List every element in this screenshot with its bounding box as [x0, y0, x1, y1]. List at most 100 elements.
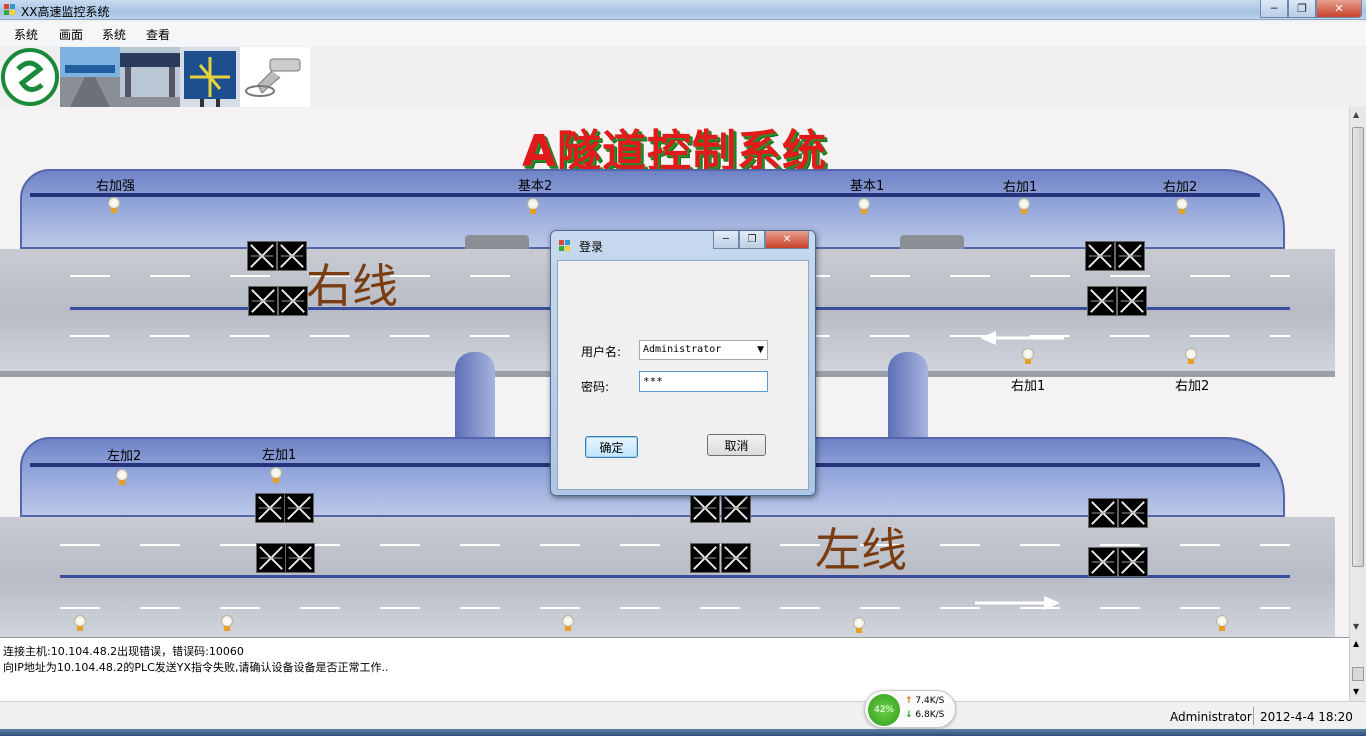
- scroll-down-icon[interactable]: ▼: [1353, 622, 1359, 631]
- toolbar: [0, 47, 1366, 107]
- eastbound-arrow-icon: [975, 596, 1060, 610]
- login-dialog: 登录 ─ ❐ ✕ 用户名: Administrator ▼ 密码: *** 确定…: [550, 230, 816, 496]
- network-monitor-widget[interactable]: 42% ↑ 7.4K/S ↓ 6.8K/S: [864, 690, 956, 728]
- scrollbar-thumb[interactable]: [1352, 127, 1364, 567]
- cancel-button[interactable]: 取消: [707, 434, 766, 456]
- lane-control-x-icon[interactable]: [278, 286, 308, 316]
- scroll-up-icon[interactable]: ▲: [1353, 110, 1359, 119]
- minimize-button[interactable]: ─: [1260, 0, 1288, 18]
- arrow-up-icon: ↑: [905, 696, 913, 706]
- lane-control-x-icon[interactable]: [690, 493, 720, 523]
- chevron-down-icon[interactable]: ▼: [757, 345, 764, 355]
- status-separator: [1253, 707, 1254, 725]
- lamp-icon[interactable]: [562, 615, 574, 631]
- lamp-icon[interactable]: [108, 197, 120, 213]
- lane-control-x-icon[interactable]: [690, 543, 720, 573]
- lane-control-x-icon[interactable]: [248, 286, 278, 316]
- lamp-label: 右加强: [96, 179, 136, 194]
- map-board-icon: [180, 47, 240, 107]
- lane-control-x-icon[interactable]: [1118, 498, 1148, 528]
- cross-passage-2: [888, 352, 928, 442]
- lane-control-x-icon[interactable]: [1118, 547, 1148, 577]
- maximize-button[interactable]: ❐: [1288, 0, 1316, 18]
- lane-control-x-icon[interactable]: [1088, 498, 1118, 528]
- menu-screen[interactable]: 画面: [59, 26, 83, 43]
- password-label: 密码:: [581, 380, 610, 394]
- lamp-label: 右加1: [1011, 379, 1046, 394]
- password-field[interactable]: ***: [639, 371, 768, 392]
- lamp-icon[interactable]: [270, 467, 282, 483]
- lamp-icon[interactable]: [1022, 348, 1034, 364]
- toll-station-button[interactable]: [120, 47, 180, 107]
- lower-lane-dash-2: [60, 607, 1290, 609]
- dialog-close-button[interactable]: ✕: [765, 231, 809, 249]
- scrollbar-thumb[interactable]: [1352, 667, 1364, 681]
- lamp-icon[interactable]: [116, 469, 128, 485]
- menu-view[interactable]: 查看: [146, 26, 170, 43]
- taskbar[interactable]: [0, 729, 1366, 736]
- dialog-body: 用户名: Administrator ▼ 密码: *** 确定 取消: [557, 260, 809, 490]
- lane-control-x-icon[interactable]: [1088, 547, 1118, 577]
- lane-control-x-icon[interactable]: [1085, 241, 1115, 271]
- status-bar: Administrator 2012-4-4 18:20: [0, 701, 1366, 729]
- lane-control-x-icon[interactable]: [277, 241, 307, 271]
- upper-bump-2: [900, 235, 964, 249]
- lamp-label: 左加2: [107, 449, 142, 464]
- left-line-label: 左线: [815, 523, 907, 577]
- app-icon: [4, 4, 16, 16]
- lamp-icon[interactable]: [74, 615, 86, 631]
- lamp-label: 右加2: [1163, 180, 1198, 195]
- username-combobox[interactable]: Administrator ▼: [639, 340, 768, 360]
- lane-control-x-icon[interactable]: [1087, 286, 1117, 316]
- dialog-title: 登录: [579, 240, 604, 254]
- right-line-label: 右线: [306, 259, 398, 313]
- dialog-app-icon: [559, 240, 571, 252]
- lamp-label: 右加2: [1175, 379, 1210, 394]
- log-line: 向IP地址为10.104.48.2的PLC发送YX指令失败,请确认设备设备是否正…: [3, 661, 389, 674]
- lane-control-x-icon[interactable]: [255, 493, 285, 523]
- lamp-label: 基本2: [518, 179, 553, 194]
- close-button[interactable]: ✕: [1316, 0, 1362, 18]
- username-label: 用户名:: [581, 345, 622, 359]
- lower-lane-dash: [60, 544, 1290, 546]
- lamp-icon[interactable]: [1216, 615, 1228, 631]
- dialog-minimize-button[interactable]: ─: [713, 231, 739, 249]
- status-user: Administrator: [1170, 710, 1252, 724]
- highway-logo-icon: [1, 48, 59, 106]
- dialog-maximize-button[interactable]: ❐: [739, 231, 765, 249]
- message-log[interactable]: 连接主机:10.104.48.2出现错误，错误码:10060 向IP地址为10.…: [0, 637, 1349, 701]
- cpu-gauge: 42%: [868, 694, 900, 726]
- lamp-icon[interactable]: [853, 617, 865, 633]
- lane-control-x-icon[interactable]: [1117, 286, 1147, 316]
- upper-bump-1: [465, 235, 529, 249]
- lamp-icon[interactable]: [858, 198, 870, 214]
- lane-control-x-icon[interactable]: [285, 543, 315, 573]
- scroll-down-icon[interactable]: ▼: [1353, 687, 1359, 696]
- menu-system-2[interactable]: 系统: [102, 26, 126, 43]
- scroll-up-icon[interactable]: ▲: [1353, 639, 1359, 648]
- lamp-icon[interactable]: [1176, 198, 1188, 214]
- lane-control-x-icon[interactable]: [721, 493, 751, 523]
- log-scrollbar[interactable]: ▲ ▼: [1349, 637, 1366, 701]
- upper-tunnel-rail: [30, 193, 1260, 197]
- lamp-icon[interactable]: [221, 615, 233, 631]
- lamp-icon[interactable]: [1185, 348, 1197, 364]
- lane-control-x-icon[interactable]: [1115, 241, 1145, 271]
- toll-station-icon: [120, 47, 180, 107]
- canvas-scrollbar[interactable]: ▲ ▼: [1349, 107, 1366, 637]
- map-board-button[interactable]: [180, 47, 240, 107]
- lamp-icon[interactable]: [527, 198, 539, 214]
- logo-button[interactable]: [0, 47, 60, 107]
- download-speed: ↓ 6.8K/S: [905, 710, 944, 720]
- road-view-button[interactable]: [60, 47, 120, 107]
- camera-button[interactable]: [240, 47, 310, 107]
- lane-control-x-icon[interactable]: [256, 543, 286, 573]
- lamp-icon[interactable]: [1018, 198, 1030, 214]
- lamp-label: 基本1: [850, 179, 885, 194]
- lane-control-x-icon[interactable]: [284, 493, 314, 523]
- ok-button[interactable]: 确定: [585, 436, 638, 458]
- download-value: 6.8K/S: [915, 710, 945, 720]
- lane-control-x-icon[interactable]: [247, 241, 277, 271]
- lane-control-x-icon[interactable]: [721, 543, 751, 573]
- menu-system[interactable]: 系统: [14, 26, 38, 43]
